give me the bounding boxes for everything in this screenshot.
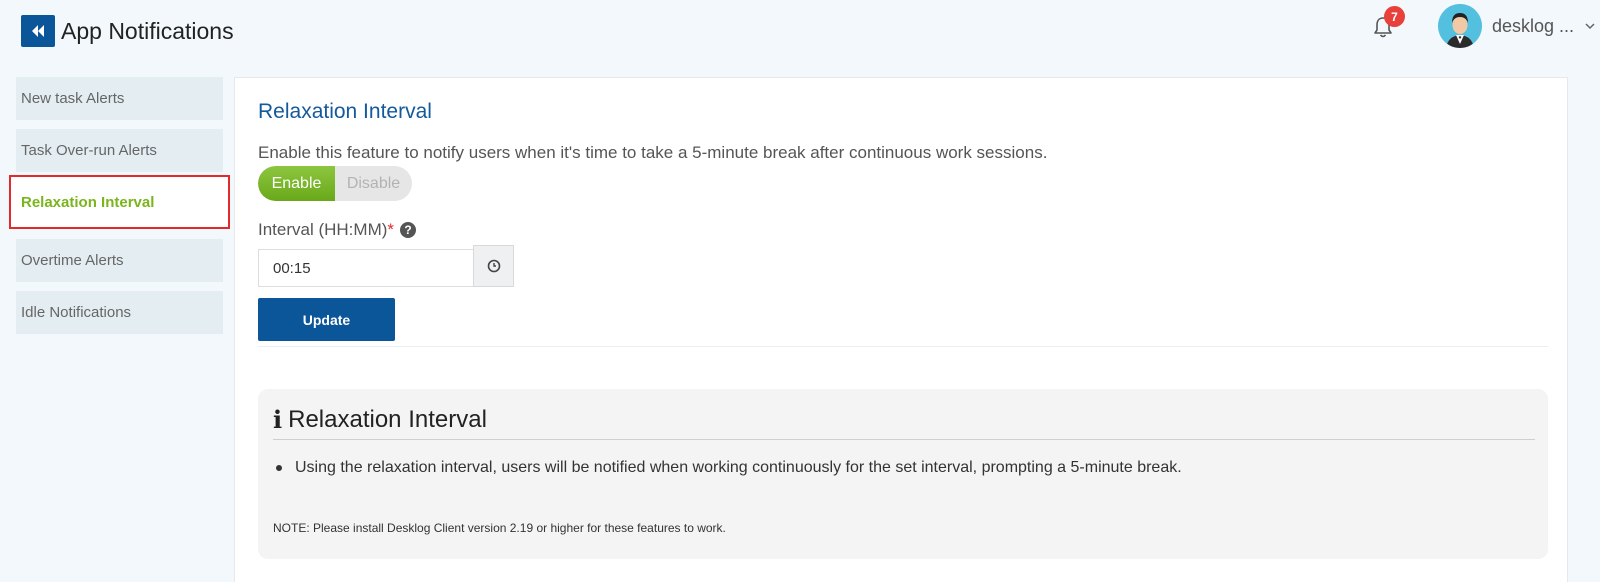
time-picker-button[interactable] [473, 245, 514, 287]
required-mark: * [387, 220, 395, 239]
interval-input[interactable] [258, 249, 473, 287]
enable-disable-toggle[interactable]: Enable Disable [258, 166, 412, 201]
info-title: i Relaxation Interval [273, 405, 487, 435]
divider [258, 346, 1548, 347]
info-divider [273, 439, 1535, 440]
clock-icon [487, 259, 500, 273]
sidebar-item-task-over-run-alerts[interactable]: Task Over-run Alerts [16, 129, 223, 172]
section-title: Relaxation Interval [258, 100, 432, 123]
enable-option[interactable]: Enable [258, 166, 335, 201]
interval-label: Interval (HH:MM) * ? [258, 218, 417, 242]
interval-label-text: Interval (HH:MM) [258, 220, 388, 239]
user-name[interactable]: desklog ... [1492, 14, 1574, 38]
sidebar-item-relaxation-interval[interactable]: Relaxation Interval [9, 175, 230, 229]
notification-badge: 7 [1384, 6, 1405, 27]
update-button[interactable]: Update [258, 298, 395, 341]
info-icon: i [273, 405, 283, 434]
sidebar-item-idle-notifications[interactable]: Idle Notifications [16, 291, 223, 334]
avatar[interactable] [1438, 4, 1482, 48]
disable-option[interactable]: Disable [335, 166, 412, 201]
install-note: NOTE: Please install Desklog Client vers… [273, 521, 726, 535]
sidebar-item-overtime-alerts[interactable]: Overtime Alerts [16, 239, 223, 282]
chevron-down-icon[interactable] [1584, 20, 1596, 32]
double-chevron-left-icon [32, 25, 44, 37]
feature-description: Enable this feature to notify users when… [258, 143, 1048, 162]
info-list-item: Using the relaxation interval, users wil… [276, 457, 1182, 479]
back-button[interactable] [21, 15, 55, 47]
main-panel: Relaxation Interval Enable this feature … [234, 77, 1568, 582]
page-title: App Notifications [61, 18, 234, 44]
info-bullet-text: Using the relaxation interval, users wil… [295, 459, 1182, 476]
info-title-text: Relaxation Interval [288, 406, 487, 433]
user-avatar-icon [1438, 4, 1482, 48]
info-box: i Relaxation Interval Using the relaxati… [258, 389, 1548, 559]
bullet-icon [276, 465, 282, 471]
question-circle-icon[interactable]: ? [400, 222, 417, 238]
sidebar-item-new-task-alerts[interactable]: New task Alerts [16, 77, 223, 120]
